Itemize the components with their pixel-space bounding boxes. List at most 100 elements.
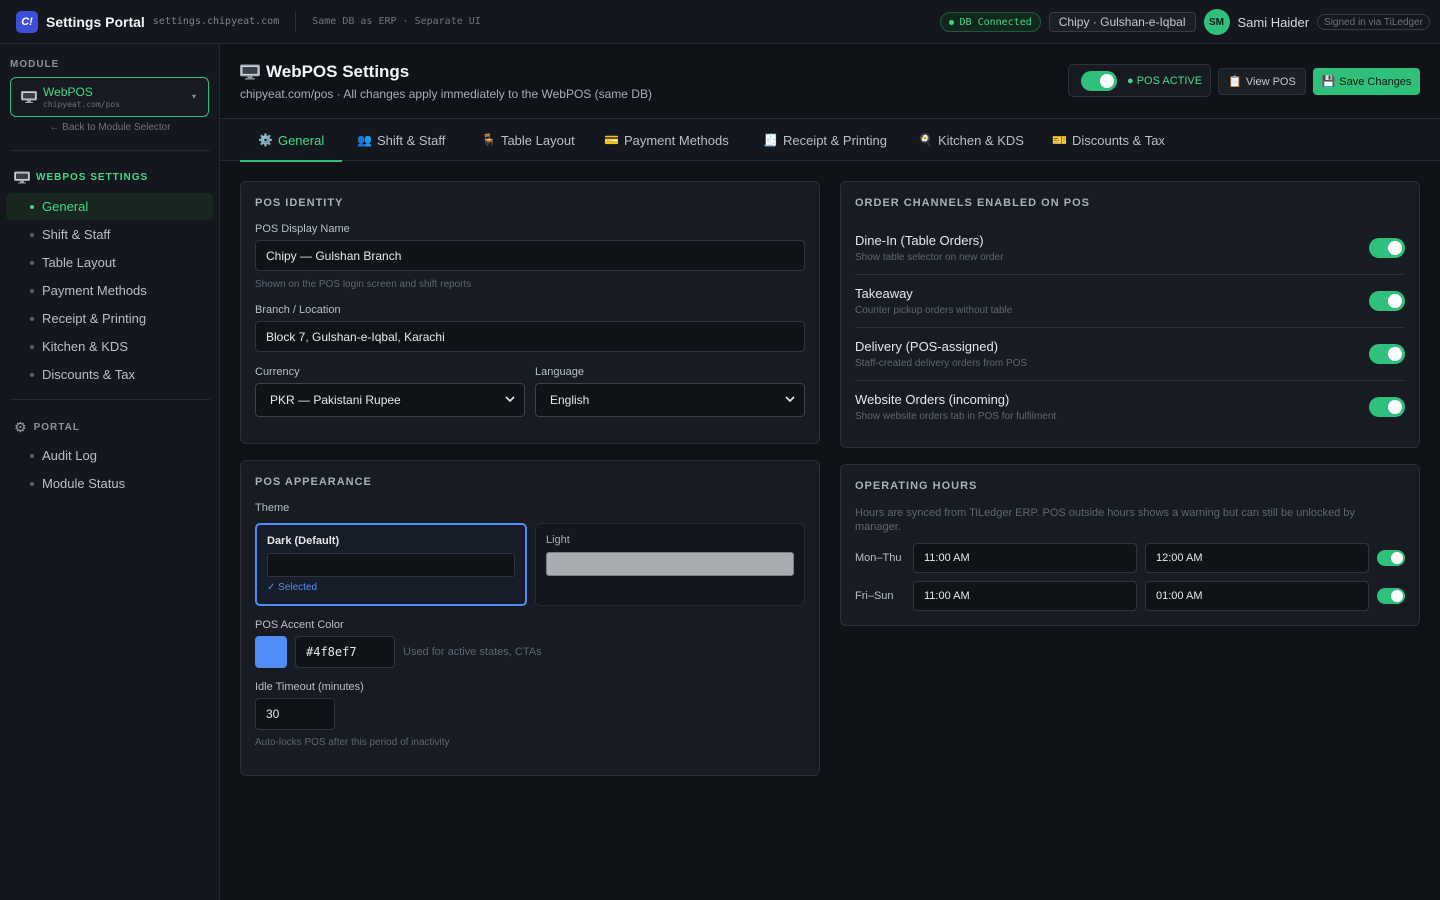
tab-payment-methods[interactable]: 💳 Payment Methods [604, 119, 729, 161]
channel-row-takeaway: Takeaway Counter pickup orders without t… [855, 286, 1405, 339]
close-time-input[interactable]: 01:00 AM [1145, 581, 1369, 611]
sidebar-item-label: Receipt & Printing [42, 311, 147, 326]
pos-identity-card: POS IDENTITY POS Display Name Chipy — Gu… [240, 181, 820, 444]
tab-general[interactable]: ⚙️ General [239, 119, 343, 162]
sidebar-item-payment-methods[interactable]: Payment Methods [6, 277, 213, 304]
gear-icon: ⚙ [14, 419, 28, 435]
app-domain: settings.chipyeat.com [152, 16, 280, 27]
display-name-label: POS Display Name [255, 223, 350, 235]
open-time-input[interactable]: 11:00 AM [913, 543, 1137, 573]
branch-label: Branch / Location [255, 304, 341, 316]
back-to-module-selector-link[interactable]: ← Back to Module Selector [0, 122, 220, 133]
operating-hours-card: OPERATING HOURS Hours are synced from Ti… [840, 464, 1420, 626]
sidebar: MODULE WebPOS chipyeat.com/pos ▾ ← Back … [0, 44, 220, 900]
accent-color-label: POS Accent Color [255, 619, 344, 631]
accent-color-hint: Used for active states, CTAs [403, 646, 542, 658]
delivery-toggle[interactable] [1369, 344, 1405, 364]
channel-description: Show table selector on new order [855, 252, 1004, 263]
branch-selector[interactable]: Chipy · Gulshan-e-Iqbal [1048, 12, 1196, 32]
sidebar-item-label: Kitchen & KDS [42, 339, 128, 354]
display-name-input[interactable]: Chipy — Gulshan Branch [255, 240, 805, 271]
user-name[interactable]: Sami Haider [1238, 15, 1310, 30]
module-url: chipyeat.com/pos [43, 100, 121, 109]
divider [855, 274, 1405, 275]
divider [10, 150, 210, 151]
channel-description: Staff-created delivery orders from POS [855, 358, 1028, 369]
tab-label: Payment Methods [623, 132, 729, 148]
bullet-icon [30, 481, 34, 486]
sidebar-item-shift-staff[interactable]: Shift & Staff [6, 221, 213, 248]
theme-name: Light [546, 534, 570, 546]
avatar[interactable]: SM [1203, 9, 1230, 35]
sidebar-item-general[interactable]: General [6, 193, 213, 220]
divider [855, 380, 1405, 381]
mon-thu-hours-toggle[interactable] [1377, 550, 1405, 566]
page-title: WebPOS Settings [240, 62, 409, 82]
order-channels-card: ORDER CHANNELS ENABLED ON POS Dine-In (T… [840, 181, 1420, 448]
tab-table-layout[interactable]: 🪑 Table Layout [481, 119, 575, 161]
fri-sun-hours-toggle[interactable] [1377, 588, 1405, 604]
channel-name: Website Orders (incoming) [855, 392, 1010, 407]
channel-description: Show website orders tab in POS for fulfi… [855, 411, 1057, 422]
open-time-input[interactable]: 11:00 AM [913, 581, 1137, 611]
save-changes-button[interactable]: 💾 Save Changes [1313, 68, 1420, 95]
channel-row-dine-in: Dine-In (Table Orders) Show table select… [855, 233, 1405, 286]
pos-active-toggle[interactable] [1081, 70, 1117, 91]
idle-timeout-label: Idle Timeout (minutes) [255, 681, 364, 693]
cooking-icon: 🍳 [918, 133, 933, 147]
bullet-icon [30, 344, 34, 349]
currency-label: Currency [255, 366, 300, 378]
module-name: WebPOS [43, 85, 93, 99]
currency-select[interactable]: PKR — Pakistani Rupee [255, 383, 525, 417]
clipboard-icon: 📋 [1228, 76, 1242, 88]
receipt-icon: 🧾 [763, 133, 778, 147]
view-pos-label: View POS [1245, 75, 1296, 88]
chevron-down-icon [785, 396, 795, 403]
tab-kitchen-kds[interactable]: 🍳 Kitchen & KDS [918, 119, 1024, 161]
module-selector[interactable]: WebPOS chipyeat.com/pos ▾ [10, 77, 209, 117]
db-status-text: DB Connected [959, 16, 1032, 28]
page-title-text: WebPOS Settings [266, 62, 410, 81]
pos-active-label: ● POS ACTIVE [1127, 74, 1203, 87]
sidebar-item-module-status[interactable]: Module Status [6, 470, 213, 497]
tab-label: General [277, 132, 325, 148]
monitor-icon [21, 91, 37, 103]
dine-in-toggle[interactable] [1369, 238, 1405, 258]
sidebar-item-audit-log[interactable]: Audit Log [6, 442, 213, 469]
bullet-icon [30, 204, 34, 209]
view-pos-button[interactable]: 📋 View POS [1218, 68, 1306, 95]
takeaway-toggle[interactable] [1369, 291, 1405, 311]
sidebar-item-label: Module Status [42, 476, 126, 491]
theme-label: Theme [255, 502, 290, 514]
sidebar-item-receipt-printing[interactable]: Receipt & Printing [6, 305, 213, 332]
bullet-icon [30, 260, 34, 265]
accent-color-swatch[interactable] [255, 636, 287, 668]
sidebar-item-table-layout[interactable]: Table Layout [6, 249, 213, 276]
sidebar-item-kitchen-kds[interactable]: Kitchen & KDS [6, 333, 213, 360]
card-title: POS IDENTITY [255, 197, 344, 209]
theme-name: Dark (Default) [267, 535, 340, 547]
sidebar-item-discounts-tax[interactable]: Discounts & Tax [6, 361, 213, 388]
tab-shift-staff[interactable]: 👥 Shift & Staff [357, 119, 445, 161]
bullet-icon [30, 316, 34, 321]
close-time-input[interactable]: 12:00 AM [1145, 543, 1369, 573]
accent-color-input[interactable]: #4f8ef7 [295, 636, 395, 668]
channel-name: Dine-In (Table Orders) [855, 233, 984, 248]
page-subtitle: chipyeat.com/pos · All changes apply imm… [240, 87, 652, 101]
theme-option-dark[interactable]: Dark (Default) ✓ Selected [255, 523, 527, 606]
monitor-icon [14, 171, 30, 184]
chevron-down-icon [505, 396, 515, 403]
db-status-badge: DB Connected [939, 12, 1041, 32]
sidebar-item-label: Shift & Staff [42, 227, 111, 242]
theme-option-light[interactable]: Light [535, 523, 805, 606]
tab-discounts-tax[interactable]: 🎫 Discounts & Tax [1052, 119, 1165, 161]
theme-swatch [546, 552, 794, 576]
channel-name: Delivery (POS-assigned) [855, 339, 999, 354]
tab-label: Kitchen & KDS [937, 132, 1024, 148]
branch-input[interactable]: Block 7, Gulshan-e-Iqbal, Karachi [255, 321, 805, 352]
language-select[interactable]: English [535, 383, 805, 417]
tab-receipt-printing[interactable]: 🧾 Receipt & Printing [763, 119, 887, 161]
website-orders-toggle[interactable] [1369, 397, 1405, 417]
channel-row-delivery: Delivery (POS-assigned) Staff-created de… [855, 339, 1405, 392]
idle-timeout-input[interactable]: 30 [255, 698, 335, 730]
